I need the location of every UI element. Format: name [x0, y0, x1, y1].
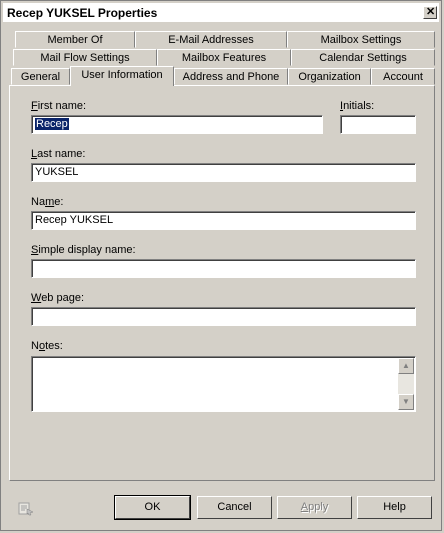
- name-label: Name:: [31, 196, 64, 208]
- first-name-label: First name:: [31, 100, 87, 112]
- window-title: Recep YUKSEL Properties: [7, 6, 158, 20]
- web-page-label: Web page:: [31, 292, 85, 304]
- tab-mail-flow-settings[interactable]: Mail Flow Settings: [13, 49, 157, 66]
- tab-account[interactable]: Account: [371, 68, 435, 85]
- simple-display-name-label: Simple display name:: [31, 244, 136, 256]
- tab-general[interactable]: General: [11, 68, 70, 85]
- help-button[interactable]: Help: [357, 496, 432, 519]
- tab-address-and-phone[interactable]: Address and Phone: [174, 68, 288, 85]
- tab-user-information[interactable]: User Information: [70, 66, 174, 86]
- close-button[interactable]: ✕: [423, 6, 437, 19]
- tab-mailbox-settings[interactable]: Mailbox Settings: [287, 31, 435, 48]
- properties-dialog: Recep YUKSEL Properties ✕ Member Of E-Ma…: [0, 0, 442, 531]
- close-icon: ✕: [426, 6, 436, 18]
- first-name-value: Recep: [35, 118, 69, 130]
- help-context-icon[interactable]: [18, 502, 34, 516]
- initials-label: Initials:: [340, 100, 375, 112]
- tab-organization[interactable]: Organization: [288, 68, 371, 85]
- tab-calendar-settings[interactable]: Calendar Settings: [291, 49, 435, 66]
- apply-button[interactable]: Apply: [277, 496, 352, 519]
- notes-textarea[interactable]: ▲ ▼: [31, 356, 416, 412]
- tab-member-of[interactable]: Member Of: [15, 31, 135, 48]
- simple-display-name-field[interactable]: [31, 259, 416, 278]
- initials-field[interactable]: [340, 115, 416, 134]
- user-information-panel: First name: Recep Initials: Last name: Y…: [9, 85, 435, 481]
- web-page-field[interactable]: [31, 307, 416, 326]
- last-name-field[interactable]: YUKSEL: [31, 163, 416, 182]
- notes-label: Notes:: [31, 340, 63, 352]
- tab-mailbox-features[interactable]: Mailbox Features: [157, 49, 291, 66]
- tab-email-addresses[interactable]: E-Mail Addresses: [135, 31, 287, 48]
- scroll-up-icon[interactable]: ▲: [398, 358, 414, 374]
- scroll-down-icon[interactable]: ▼: [398, 394, 414, 410]
- last-name-label: Last name:: [31, 148, 86, 160]
- first-name-field[interactable]: Recep: [31, 115, 323, 134]
- notes-scrollbar[interactable]: ▲ ▼: [398, 358, 414, 410]
- title-bar[interactable]: Recep YUKSEL Properties ✕: [3, 3, 439, 22]
- name-field[interactable]: Recep YUKSEL: [31, 211, 416, 230]
- ok-button[interactable]: OK: [114, 495, 191, 520]
- cancel-button[interactable]: Cancel: [197, 496, 272, 519]
